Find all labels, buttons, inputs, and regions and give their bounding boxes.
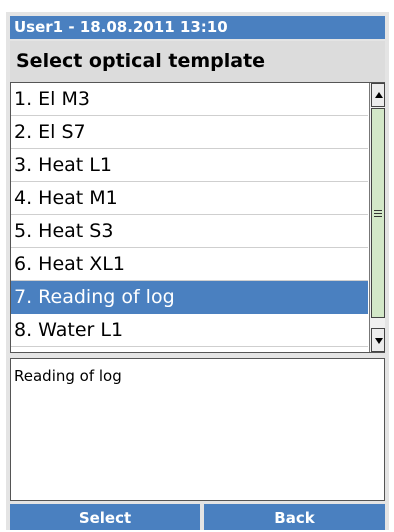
scroll-up-button[interactable] bbox=[371, 83, 385, 107]
list-item[interactable]: 5. Heat S3 bbox=[11, 215, 368, 248]
device-screen: User1 - 18.08.2011 13:10 Select optical … bbox=[6, 12, 389, 530]
list-item[interactable]: 7. Reading of log bbox=[11, 281, 368, 314]
list-item[interactable]: 8. Water L1 bbox=[11, 314, 368, 347]
list-item[interactable]: 4. Heat M1 bbox=[11, 182, 368, 215]
scroll-thumb[interactable] bbox=[371, 108, 385, 318]
list-scrollbar[interactable] bbox=[369, 83, 385, 352]
scroll-down-button[interactable] bbox=[371, 328, 385, 352]
select-button[interactable]: Select bbox=[10, 504, 200, 530]
page-title: Select optical template bbox=[10, 41, 385, 84]
description-text: Reading of log bbox=[14, 367, 122, 385]
description-box: Reading of log bbox=[10, 358, 385, 501]
list-item[interactable]: 1. El M3 bbox=[11, 83, 368, 116]
triangle-up-icon bbox=[375, 92, 383, 98]
list-item[interactable]: 6. Heat XL1 bbox=[11, 248, 368, 281]
template-list[interactable]: 1. El M3 2. El S7 3. Heat L1 4. Heat M1 … bbox=[10, 82, 385, 353]
triangle-down-icon bbox=[375, 338, 383, 344]
back-button[interactable]: Back bbox=[204, 504, 385, 530]
list-item[interactable]: 2. El S7 bbox=[11, 116, 368, 149]
list-item[interactable]: 3. Heat L1 bbox=[11, 149, 368, 182]
status-header: User1 - 18.08.2011 13:10 bbox=[10, 16, 385, 39]
